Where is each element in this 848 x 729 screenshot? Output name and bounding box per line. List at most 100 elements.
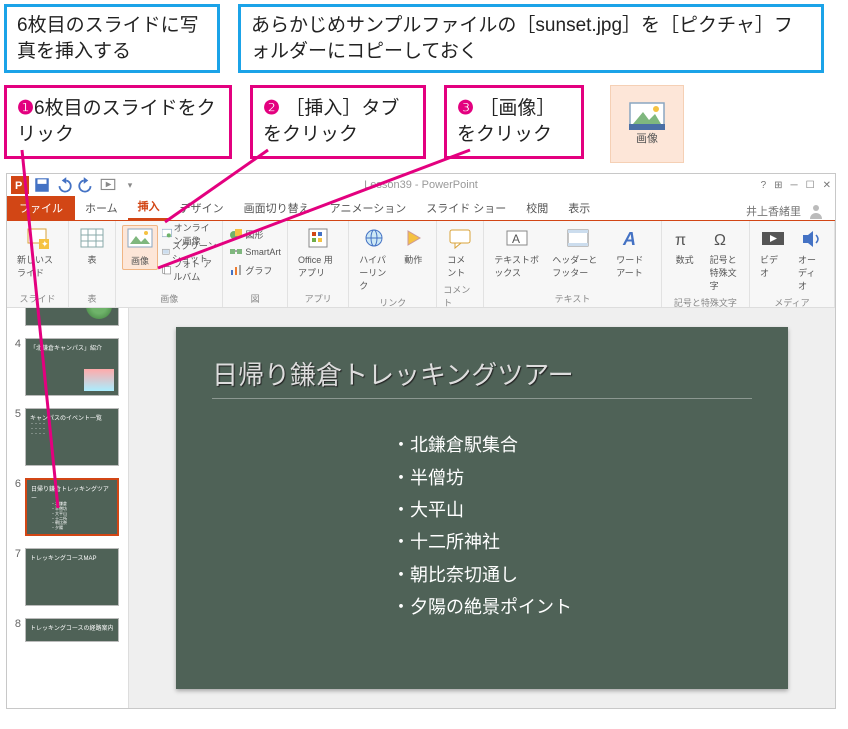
symbol-button[interactable]: Ω 記号と特殊文字 — [706, 225, 743, 294]
action-icon — [400, 227, 426, 251]
tab-slideshow[interactable]: スライド ショー — [416, 196, 516, 220]
tab-transitions[interactable]: 画面切り替え — [234, 196, 320, 220]
photo-album-label: フォト アルバム — [173, 257, 216, 283]
group-label-text: テキスト — [555, 292, 591, 305]
group-label-comment: コメント — [443, 283, 477, 309]
smartart-icon — [229, 245, 243, 259]
action-button[interactable]: 動作 — [396, 225, 430, 268]
new-slide-button[interactable]: ✦ 新しいスライド — [13, 225, 62, 281]
picture-icon — [629, 102, 665, 130]
thumb-body: ・北鎌倉・半僧坊・大平山・十二所・朝比奈・夕陽 — [51, 502, 113, 531]
chart-icon — [229, 263, 243, 277]
slide-thumb-3[interactable] — [25, 308, 119, 326]
tab-review[interactable]: 校閲 — [516, 196, 558, 220]
step-text-1: 6枚目のスライドをクリック — [17, 98, 216, 145]
slide-thumb-7[interactable]: トレッキングコースMAP — [25, 548, 119, 606]
slide-bullet-list[interactable]: 北鎌倉駅集合 半僧坊 大平山 十二所神社 朝比奈切通し 夕陽の絶景ポイント — [392, 429, 752, 623]
slide-title[interactable]: 日帰り鎌倉トレッキングツアー — [212, 355, 752, 399]
smartart-label: SmartArt — [245, 247, 281, 257]
audio-button[interactable]: オーディオ — [794, 225, 828, 294]
wordart-icon: A — [620, 227, 646, 251]
wordart-button[interactable]: A ワードアート — [612, 225, 654, 281]
callout-prep: あらかじめサンプルファイルの［sunset.jpg］を［ピクチャ］フォルダーにコ… — [238, 4, 824, 73]
audio-label: オーディオ — [798, 253, 824, 292]
tab-design[interactable]: デザイン — [170, 196, 234, 220]
photo-album-icon — [162, 263, 171, 277]
symbol-label: 記号と特殊文字 — [710, 253, 739, 292]
list-item: 夕陽の絶景ポイント — [392, 591, 752, 623]
thumb-number: 7 — [11, 548, 21, 560]
tab-view[interactable]: 表示 — [558, 196, 600, 220]
slide-thumb-4[interactable]: 「北鎌倉キャンパス」紹介 — [25, 338, 119, 396]
shapes-button[interactable]: 図形 — [229, 225, 281, 243]
redo-icon[interactable] — [77, 176, 95, 194]
tab-animations[interactable]: アニメーション — [320, 196, 417, 220]
chart-button[interactable]: グラフ — [229, 261, 281, 279]
document-title: Lesson39 - PowerPoint — [364, 179, 478, 191]
slide-thumb-6[interactable]: 日帰り鎌倉トレッキングツアー ・北鎌倉・半僧坊・大平山・十二所・朝比奈・夕陽 — [25, 478, 119, 536]
table-label: 表 — [88, 253, 97, 266]
slide-thumb-5[interactable]: キャンパスのイベント一覧 ・・・・・・・・・・・・ — [25, 408, 119, 466]
account-avatar-icon[interactable] — [807, 202, 825, 220]
new-slide-icon: ✦ — [25, 227, 51, 251]
thumb-number: 8 — [11, 618, 21, 630]
chart-label: グラフ — [245, 264, 272, 277]
svg-text:A: A — [512, 232, 520, 246]
hyperlink-icon — [361, 227, 387, 251]
thumb-title: 「北鎌倉キャンパス」紹介 — [30, 343, 114, 352]
account-name[interactable]: 井上香緒里 — [746, 203, 801, 219]
slide-thumb-8[interactable]: トレッキングコースの経路案内 — [25, 618, 119, 642]
smartart-button[interactable]: SmartArt — [229, 243, 281, 261]
step-text-2: ［挿入］タブをクリック — [263, 98, 399, 145]
wordart-label: ワードアート — [616, 253, 650, 279]
table-button[interactable]: 表 — [75, 225, 109, 268]
image-button-label: 画像 — [636, 130, 658, 146]
headerfooter-label: ヘッダーとフッター — [552, 253, 604, 279]
qat-customize-icon[interactable]: ▾ — [121, 176, 139, 194]
textbox-icon: A — [504, 227, 530, 251]
comment-icon — [447, 227, 473, 251]
tab-home[interactable]: ホーム — [75, 196, 128, 220]
video-label: ビデオ — [760, 253, 786, 279]
current-slide[interactable]: 日帰り鎌倉トレッキングツアー 北鎌倉駅集合 半僧坊 大平山 十二所神社 朝比奈切… — [176, 327, 788, 689]
undo-icon[interactable] — [55, 176, 73, 194]
video-button[interactable]: ビデオ — [756, 225, 790, 281]
equation-label: 数式 — [676, 253, 694, 266]
list-item: 十二所神社 — [392, 526, 752, 558]
svg-text:P: P — [15, 180, 22, 192]
thumb-title: 日帰り鎌倉トレッキングツアー — [31, 484, 113, 502]
comment-button[interactable]: コメント — [443, 225, 477, 281]
headerfooter-button[interactable]: ヘッダーとフッター — [548, 225, 608, 281]
maximize-icon[interactable]: ☐ — [806, 180, 815, 191]
image-button[interactable]: 画像 — [122, 225, 158, 270]
office-app-label: Office 用アプリ — [298, 253, 338, 279]
group-label-image: 画像 — [160, 292, 178, 305]
slide-editor-area[interactable]: 日帰り鎌倉トレッキングツアー 北鎌倉駅集合 半僧坊 大平山 十二所神社 朝比奈切… — [129, 308, 835, 708]
tab-insert[interactable]: 挿入 — [128, 194, 170, 220]
app-icon[interactable]: P — [11, 176, 29, 194]
thumb-title: トレッキングコースの経路案内 — [30, 623, 114, 632]
close-icon[interactable]: ✕ — [823, 180, 831, 191]
help-icon[interactable]: ? — [761, 180, 767, 191]
group-label-table: 表 — [88, 292, 97, 305]
office-app-button[interactable]: Office 用アプリ — [294, 225, 342, 281]
image-label: 画像 — [131, 254, 149, 267]
textbox-button[interactable]: A テキストボックス — [490, 225, 544, 281]
equation-button[interactable]: π 数式 — [668, 225, 702, 268]
group-label-app: アプリ — [305, 292, 332, 305]
hyperlink-button[interactable]: ハイパーリンク — [355, 225, 392, 294]
list-item: 大平山 — [392, 494, 752, 526]
ribbon-options-icon[interactable]: ⊞ — [774, 180, 782, 191]
tab-file[interactable]: ファイル — [7, 196, 75, 220]
save-icon[interactable] — [33, 176, 51, 194]
step-number-1: ❶ — [17, 96, 34, 122]
online-image-icon — [162, 227, 172, 241]
step-number-3: ❸ — [457, 96, 474, 122]
slide-thumbnail-pane[interactable]: 4 「北鎌倉キャンパス」紹介 5 キャンパスのイベント一覧 ・・・・・・・・・・… — [7, 308, 129, 708]
minimize-icon[interactable]: ─ — [791, 180, 798, 191]
start-slideshow-icon[interactable] — [99, 176, 117, 194]
svg-text:π: π — [675, 232, 686, 249]
thumb-number: 5 — [11, 408, 21, 420]
thumb-title: トレッキングコースMAP — [30, 553, 114, 562]
photo-album-button[interactable]: フォト アルバム — [162, 261, 216, 279]
